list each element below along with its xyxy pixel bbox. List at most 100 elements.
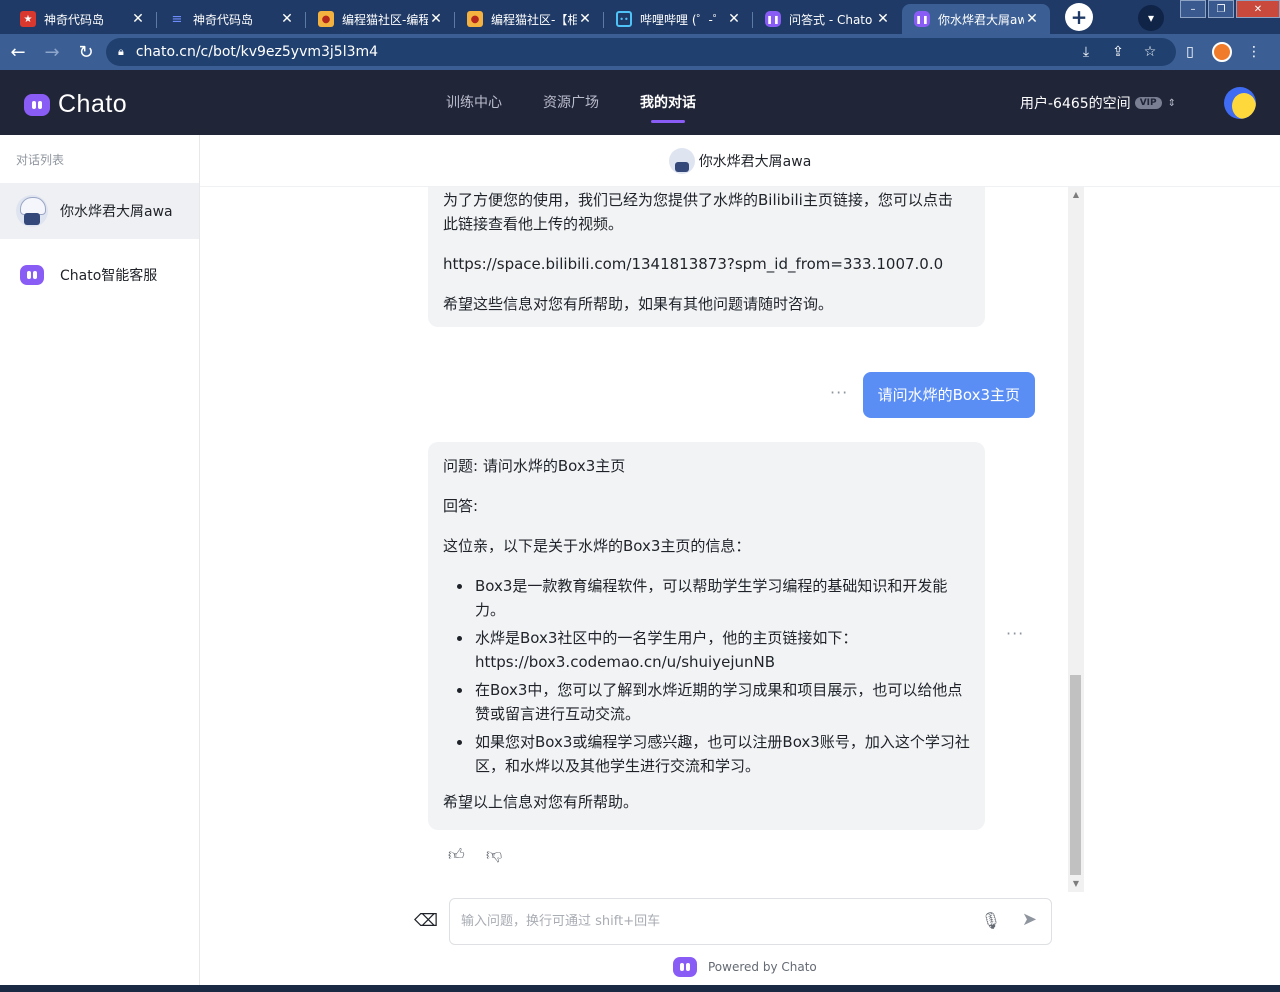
chato-logo[interactable]: Chato: [24, 90, 127, 119]
sidebar-item-chato-support[interactable]: Chato智能客服: [0, 247, 199, 303]
clear-context-brush-icon[interactable]: ⌫: [414, 911, 438, 933]
browser-toolbar: ← → ↻ 🔒︎ chato.cn/c/bot/kv9ez5yvm3j5l3m4…: [0, 34, 1280, 70]
list-item: 在Box3中，您可以了解到水烨近期的学习成果和项目展示，也可以给他点赞或留言进行…: [443, 678, 970, 726]
sidebar-item-label: Chato智能客服: [60, 268, 158, 284]
maximize-icon[interactable]: ❐: [1208, 0, 1234, 18]
workspace-label: 用户-6465的空间: [1020, 96, 1131, 112]
powered-by-text: Powered by Chato: [708, 960, 817, 974]
tab-close-icon[interactable]: ✕: [279, 11, 295, 27]
list-item: Box3是一款教育编程软件，可以帮助学生学习编程的基础知识和开发能力。: [443, 574, 970, 622]
os-taskbar: [0, 985, 1280, 992]
chat-header: 你水烨君大屑awa: [200, 135, 1280, 187]
message-link[interactable]: https://space.bilibili.com/1341813873?sp…: [443, 252, 970, 276]
user-message: 请问水烨的Box3主页: [862, 372, 1035, 418]
more-options-icon[interactable]: ···: [1006, 624, 1024, 643]
browser-tab[interactable]: ★ 神奇代码岛 ✕: [8, 4, 156, 34]
tab-close-icon[interactable]: ✕: [130, 11, 146, 27]
install-icon[interactable]: ⤓: [1070, 44, 1102, 60]
list-item: 水烨是Box3社区中的一名学生用户，他的主页链接如下：https://box3.…: [443, 626, 970, 674]
browser-tab[interactable]: ❚❚ 问答式 - Chato ✕: [752, 4, 901, 34]
share-icon[interactable]: ⇪: [1102, 44, 1134, 60]
bot-avatar: [16, 195, 48, 227]
window-controls: – ❐ ✕: [1178, 0, 1280, 18]
browser-tab[interactable]: ● 编程猫社区-编程 ✕: [305, 4, 454, 34]
chato-logo-icon: [673, 957, 697, 977]
address-bar[interactable]: 🔒︎ chato.cn/c/bot/kv9ez5yvm3j5l3m4: [106, 38, 1176, 66]
back-arrow-icon[interactable]: ←: [2, 36, 34, 68]
message-input[interactable]: [461, 899, 961, 944]
forward-arrow-icon[interactable]: →: [36, 36, 68, 68]
profile-avatar-icon[interactable]: [1212, 42, 1232, 62]
cat-icon: ●: [318, 11, 334, 27]
conversation-sidebar: 对话列表 你水烨君大屑awa Chato智能客服: [0, 135, 200, 985]
sidebar-item-shuiye[interactable]: 你水烨君大屑awa: [0, 183, 199, 239]
side-panel-icon[interactable]: ▯: [1174, 44, 1206, 60]
message-bullet-list: Box3是一款教育编程软件，可以帮助学生学习编程的基础知识和开发能力。 水烨是B…: [443, 574, 970, 778]
list-item: 如果您对Box3或编程学习感兴趣，也可以注册Box3账号，加入这个学习社区，和水…: [443, 730, 970, 778]
bot-avatar: [668, 147, 695, 174]
tab-close-icon[interactable]: ✕: [428, 11, 444, 27]
chato-logo-icon: [24, 93, 50, 116]
vip-badge: VIP: [1134, 97, 1162, 109]
message-text: 希望以上信息对您有所帮助。: [443, 793, 639, 811]
browser-tab[interactable]: •• 哔哩哔哩 (゜-゜ ✕: [603, 4, 752, 34]
switch-chevron-icon: ⇕: [1167, 97, 1176, 109]
window-close-icon[interactable]: ✕: [1236, 0, 1280, 18]
message-text: 为了方便您的使用，我们已经为您提供了水烨的Bilibili主页链接，您可以点击此…: [443, 191, 953, 233]
tab-title: 编程猫社区-编程: [342, 12, 428, 27]
star-badge-icon: ★: [20, 11, 36, 27]
message-composer: 🎙︎ ➤: [449, 898, 1052, 945]
browser-menu-icon[interactable]: ⋮: [1238, 44, 1270, 60]
minimize-icon[interactable]: –: [1180, 0, 1206, 18]
scroll-down-icon[interactable]: ▼: [1068, 876, 1084, 892]
chato-icon: ❚❚: [765, 11, 781, 27]
main-nav: 训练中心 资源广场 我的对话: [446, 70, 737, 135]
message-text: 希望这些信息对您有所帮助，如果有其他问题请随时咨询。: [443, 295, 834, 313]
chato-bot-avatar: [16, 259, 48, 291]
feedback-actions: 👍︎ 👎︎: [448, 845, 524, 865]
microphone-icon[interactable]: 🎙︎: [981, 911, 1001, 930]
tab-title: 问答式 - Chato: [789, 12, 873, 27]
nav-resource-plaza[interactable]: 资源广场: [543, 70, 599, 135]
send-icon[interactable]: ➤: [1022, 909, 1037, 930]
sidebar-item-label: 你水烨君大屑awa: [60, 204, 173, 220]
message-scrollbar[interactable]: ▲ ▼: [1068, 187, 1084, 892]
lines-icon: ≡: [171, 11, 183, 27]
tab-title: 你水烨君大屑awa: [938, 12, 1024, 27]
chat-title: 你水烨君大屑awa: [698, 153, 812, 170]
message-text: 这位亲，以下是关于水烨的Box3主页的信息：: [443, 537, 751, 555]
browser-tab-active[interactable]: ❚❚ 你水烨君大屑awa ✕: [902, 4, 1050, 34]
scroll-up-icon[interactable]: ▲: [1068, 187, 1084, 203]
browser-tab-strip: ★ 神奇代码岛 ✕ ≡ 神奇代码岛 ✕ ● 编程猫社区-编程 ✕ ● 编程猫社区…: [0, 0, 1280, 34]
message-list[interactable]: 为了方便您的使用，我们已经为您提供了水烨的Bilibili主页链接，您可以点击此…: [396, 187, 1084, 892]
more-options-icon[interactable]: ···: [830, 383, 848, 402]
tab-title: 神奇代码岛: [44, 12, 105, 27]
tab-close-icon[interactable]: ✕: [875, 11, 891, 27]
message-question: 问题: 请问水烨的Box3主页: [443, 457, 626, 475]
tab-search-chevron-icon[interactable]: ▾: [1138, 5, 1164, 31]
thumbs-down-icon[interactable]: 👎︎: [486, 845, 524, 865]
tab-close-icon[interactable]: ✕: [577, 11, 593, 27]
browser-tab[interactable]: ≡ 神奇代码岛 ✕: [156, 4, 305, 34]
tab-close-icon[interactable]: ✕: [1024, 11, 1040, 27]
user-avatar[interactable]: [1224, 87, 1256, 119]
tab-title: 编程猫社区-【相: [491, 12, 577, 27]
bot-message: 为了方便您的使用，我们已经为您提供了水烨的Bilibili主页链接，您可以点击此…: [428, 187, 985, 327]
scrollbar-thumb[interactable]: [1070, 675, 1081, 875]
powered-by[interactable]: Powered by Chato: [673, 957, 817, 977]
tab-close-icon[interactable]: ✕: [726, 11, 742, 27]
url-text: chato.cn/c/bot/kv9ez5yvm3j5l3m4: [135, 44, 379, 60]
workspace-switcher[interactable]: 用户-6465的空间 VIP ⇕: [1020, 93, 1176, 113]
new-tab-button[interactable]: +: [1065, 3, 1093, 31]
tab-title: 神奇代码岛: [193, 12, 254, 27]
nav-training-center[interactable]: 训练中心: [446, 70, 502, 135]
bookmark-star-icon[interactable]: ☆: [1134, 44, 1166, 60]
browser-tab[interactable]: ● 编程猫社区-【相 ✕: [454, 4, 603, 34]
logo-text: Chato: [58, 90, 128, 118]
reload-icon[interactable]: ↻: [70, 36, 102, 68]
lock-icon: 🔒︎: [118, 45, 124, 58]
nav-my-conversations[interactable]: 我的对话: [640, 70, 696, 135]
thumbs-up-icon[interactable]: 👍︎: [448, 845, 486, 865]
tv-icon: ••: [616, 11, 632, 27]
app-header: Chato 训练中心 资源广场 我的对话 用户-6465的空间 VIP ⇕: [0, 70, 1280, 135]
